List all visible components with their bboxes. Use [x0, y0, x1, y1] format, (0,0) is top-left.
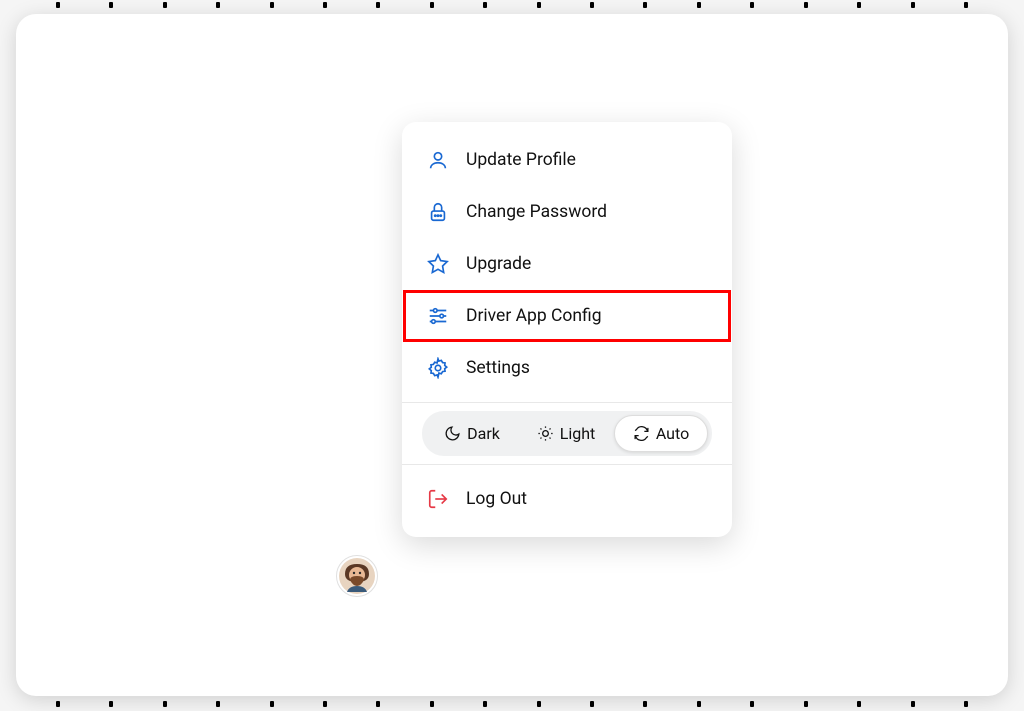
- theme-option-light[interactable]: Light: [520, 416, 612, 451]
- menu-item-update-profile[interactable]: Update Profile: [402, 134, 732, 186]
- menu-item-logout[interactable]: Log Out: [402, 473, 732, 525]
- divider: [402, 402, 732, 403]
- sync-icon: [633, 425, 650, 442]
- lock-icon: [426, 200, 450, 224]
- menu-item-label: Change Password: [466, 202, 607, 222]
- menu-item-change-password[interactable]: Change Password: [402, 186, 732, 238]
- menu-item-label: Settings: [466, 358, 530, 378]
- sun-icon: [537, 425, 554, 442]
- theme-option-label: Light: [560, 424, 596, 443]
- moon-icon: [444, 425, 461, 442]
- app-card: Update Profile Change Password Upgrade D…: [16, 14, 1008, 696]
- divider: [402, 464, 732, 465]
- menu-item-settings[interactable]: Settings: [402, 342, 732, 394]
- user-icon: [426, 148, 450, 172]
- theme-option-auto[interactable]: Auto: [614, 415, 708, 452]
- star-icon: [426, 252, 450, 276]
- menu-item-driver-app-config[interactable]: Driver App Config: [403, 290, 731, 342]
- menu-item-upgrade[interactable]: Upgrade: [402, 238, 732, 290]
- theme-option-label: Dark: [467, 424, 500, 443]
- menu-item-label: Log Out: [466, 489, 527, 509]
- theme-option-label: Auto: [656, 424, 689, 443]
- theme-option-dark[interactable]: Dark: [426, 416, 518, 451]
- logout-icon: [426, 487, 450, 511]
- profile-menu: Update Profile Change Password Upgrade D…: [402, 122, 732, 537]
- menu-item-label: Update Profile: [466, 150, 576, 170]
- theme-switcher: Dark Light Auto: [422, 411, 712, 456]
- avatar[interactable]: [336, 555, 378, 597]
- menu-item-label: Upgrade: [466, 254, 531, 274]
- menu-item-label: Driver App Config: [466, 306, 602, 326]
- sliders-icon: [426, 304, 450, 328]
- gear-icon: [426, 356, 450, 380]
